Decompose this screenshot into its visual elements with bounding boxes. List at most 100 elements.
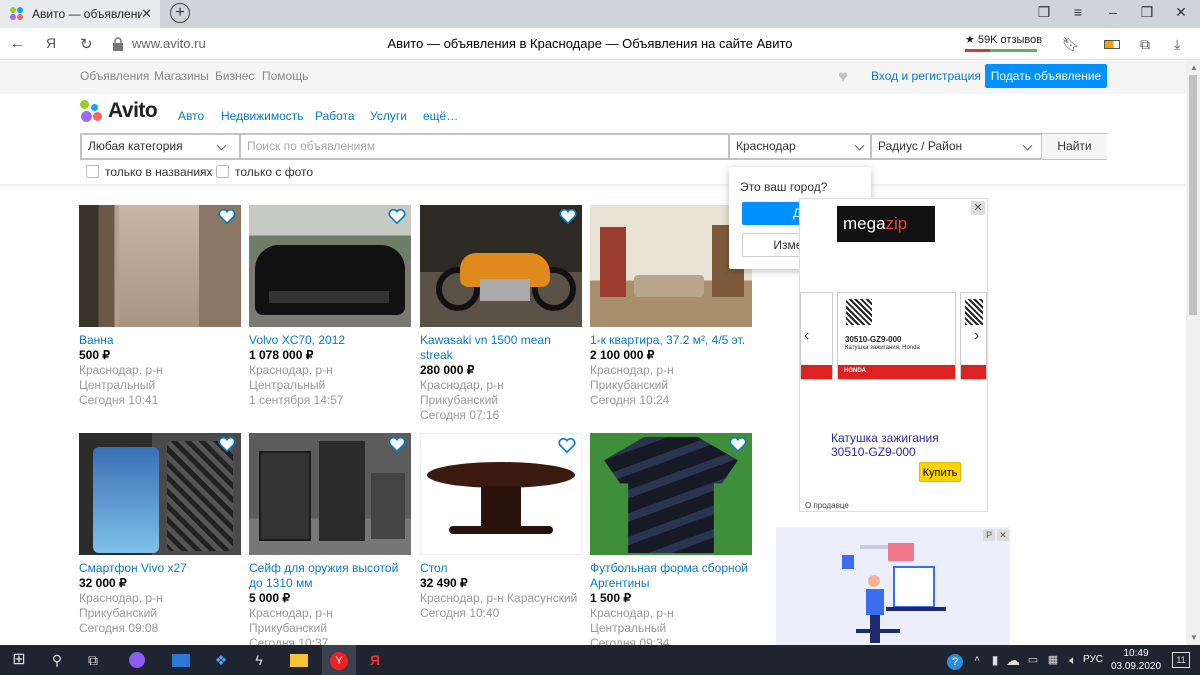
listing-card[interactable]: Стол 32 490 ₽ Краснодар, р-н Карасунский… — [420, 433, 582, 621]
app-bolt-icon[interactable]: ϟ — [248, 650, 270, 670]
category-link-services[interactable]: Услуги — [370, 109, 407, 123]
tab-close-icon[interactable]: ✕ — [141, 6, 152, 22]
radius-select[interactable]: Радиус / Район — [872, 135, 1038, 158]
battery-icon[interactable]: ▭ — [1022, 650, 1044, 670]
listing-title[interactable]: 1-к квартира, 37.2 м², 4/5 эт. — [590, 333, 752, 348]
only-titles-checkbox[interactable]: только в названиях — [86, 165, 213, 179]
listing-photo[interactable] — [249, 433, 411, 555]
listing-photo[interactable] — [249, 205, 411, 327]
listing-card[interactable]: Футбольная форма сборной Аргентины 1 500… — [590, 433, 752, 651]
back-icon[interactable]: ← — [10, 35, 25, 52]
city-select[interactable]: Краснодар — [730, 135, 870, 158]
category-link-more[interactable]: ещё… — [423, 109, 458, 123]
listing-photo[interactable] — [420, 205, 582, 327]
category-link-realty[interactable]: Недвижимость — [221, 109, 304, 123]
megazip-ad[interactable]: ✕ megazip 30510-GZ9-000 Катушка зажигани… — [799, 198, 988, 512]
scrollbar-thumb[interactable] — [1189, 75, 1197, 315]
listing-title[interactable]: Сейф для оружия высотой до 1310 мм — [249, 561, 411, 591]
listing-title[interactable]: Ванна — [79, 333, 241, 348]
taskbar-clock[interactable]: 10:49 03.09.2020 — [1110, 647, 1162, 673]
page-scrollbar[interactable]: ▲ ▼ — [1186, 60, 1200, 645]
scroll-up-icon[interactable]: ▲ — [1190, 63, 1198, 72]
alice-assistant-icon[interactable] — [126, 650, 148, 670]
extensions-icon[interactable]: ⧉ — [1140, 36, 1150, 53]
reload-icon[interactable]: ↻ — [80, 35, 93, 53]
listing-title[interactable]: Kawasaki vn 1500 mean streak — [420, 333, 582, 363]
windows-start-icon[interactable]: ⊞ — [8, 650, 30, 670]
find-button[interactable]: Найти — [1041, 134, 1107, 159]
favorite-heart-icon[interactable] — [558, 438, 576, 454]
favorites-heart-icon[interactable]: ♥ — [838, 67, 848, 87]
bookmark-icon[interactable]: 🔖︎ — [1062, 36, 1080, 53]
mail-icon[interactable] — [170, 650, 192, 670]
listing-photo[interactable] — [79, 433, 241, 555]
reviews-badge[interactable]: ★ 59K отзывов — [965, 33, 1042, 55]
ad-product-title[interactable]: Катушка зажигания 30510-GZ9-000 — [831, 431, 939, 459]
minimize-icon[interactable]: – — [1103, 4, 1123, 20]
ad-seller-link[interactable]: О продавце — [805, 501, 849, 510]
favorite-heart-icon[interactable] — [218, 209, 236, 225]
language-indicator[interactable]: РУС — [1083, 654, 1103, 665]
nav-link-ads[interactable]: Объявления — [80, 69, 149, 83]
yandex-icon[interactable]: Я — [46, 35, 56, 51]
ad-prev-arrow-icon[interactable]: ‹ — [804, 327, 809, 345]
downloads-icon[interactable]: ⤓ — [1174, 36, 1180, 53]
yandex-app-icon[interactable]: Я — [364, 650, 386, 670]
ad-next-arrow-icon[interactable]: › — [974, 327, 979, 345]
ad-close-icon[interactable]: ✕ — [997, 529, 1009, 541]
ad-slide-current[interactable]: 30510-GZ9-000 Катушка зажигания, Honda H… — [837, 292, 956, 380]
listing-title[interactable]: Volvo XC70, 2012 — [249, 333, 411, 348]
favorite-heart-icon[interactable] — [388, 437, 406, 453]
favorite-heart-icon[interactable] — [559, 209, 577, 225]
yandex-browser-icon[interactable]: Y — [322, 645, 356, 675]
new-tab-button[interactable]: + — [170, 3, 190, 23]
listing-card[interactable]: Kawasaki vn 1500 mean streak 280 000 ₽ К… — [420, 205, 582, 423]
volume-icon[interactable]: 🔈︎ — [1062, 650, 1084, 670]
only-photo-checkbox[interactable]: только с фото — [216, 165, 313, 179]
listing-card[interactable]: Сейф для оружия высотой до 1310 мм 5 000… — [249, 433, 411, 651]
ad-buy-button[interactable]: Купить — [919, 462, 961, 482]
bookmarks-panel-icon[interactable]: ❐ — [1034, 4, 1054, 21]
task-view-icon[interactable]: ⧉ — [82, 650, 104, 670]
listing-photo[interactable] — [420, 433, 582, 555]
network-icon[interactable]: ▦ — [1042, 650, 1064, 670]
listing-title[interactable]: Смартфон Vivo x27 — [79, 561, 241, 576]
listing-card[interactable]: Volvo XC70, 2012 1 078 000 ₽ Краснодар, … — [249, 205, 411, 408]
ad-close-icon[interactable]: ✕ — [971, 201, 985, 215]
login-link[interactable]: Вход и регистрация — [871, 69, 981, 83]
search-input[interactable]: Поиск по объявлениям — [241, 135, 728, 158]
post-ad-button[interactable]: Подать объявление — [985, 64, 1107, 88]
restore-icon[interactable]: ❐ — [1137, 4, 1157, 21]
illustration-ad[interactable]: P ✕ — [776, 527, 1010, 645]
nav-link-shops[interactable]: Магазины — [154, 69, 209, 83]
category-link-auto[interactable]: Авто — [178, 109, 204, 123]
notifications-icon[interactable]: 11 — [1170, 650, 1192, 670]
browser-tab[interactable]: Авито — объявления в ✕ — [0, 0, 160, 28]
favorite-heart-icon[interactable] — [218, 437, 236, 453]
favorite-heart-icon[interactable] — [729, 437, 747, 453]
dropbox-icon[interactable]: ❖ — [210, 650, 232, 670]
listing-photo[interactable] — [79, 205, 241, 327]
listing-card[interactable]: 1-к квартира, 37.2 м², 4/5 эт. 2 100 000… — [590, 205, 752, 408]
listing-title[interactable]: Футбольная форма сборной Аргентины — [590, 561, 752, 591]
category-select[interactable]: Любая категория — [82, 135, 234, 158]
listing-card[interactable]: Смартфон Vivo x27 32 000 ₽ Краснодар, р-… — [79, 433, 241, 636]
close-window-icon[interactable]: ✕ — [1171, 4, 1191, 21]
listing-title[interactable]: Стол — [420, 561, 582, 576]
menu-icon[interactable]: ≡ — [1068, 4, 1088, 20]
listing-photo[interactable] — [590, 433, 752, 555]
avito-logo[interactable]: Avito — [80, 98, 158, 124]
search-icon[interactable]: ⚲ — [46, 650, 68, 670]
nav-link-business[interactable]: Бизнес — [215, 69, 254, 83]
category-link-jobs[interactable]: Работа — [315, 109, 355, 123]
nav-link-help[interactable]: Помощь — [262, 69, 308, 83]
favorite-heart-icon[interactable] — [388, 209, 406, 225]
listing-card[interactable]: Ванна 500 ₽ Краснодар, р-н Центральный С… — [79, 205, 241, 408]
onedrive-icon[interactable]: ☁ — [1002, 650, 1024, 670]
file-explorer-icon[interactable] — [288, 650, 310, 670]
scroll-down-icon[interactable]: ▼ — [1190, 633, 1198, 642]
help-icon[interactable]: ? — [944, 650, 966, 670]
url-field[interactable]: www.avito.ru — [108, 34, 208, 54]
listing-photo[interactable] — [590, 205, 752, 327]
battery-saver-icon[interactable] — [1104, 40, 1120, 49]
